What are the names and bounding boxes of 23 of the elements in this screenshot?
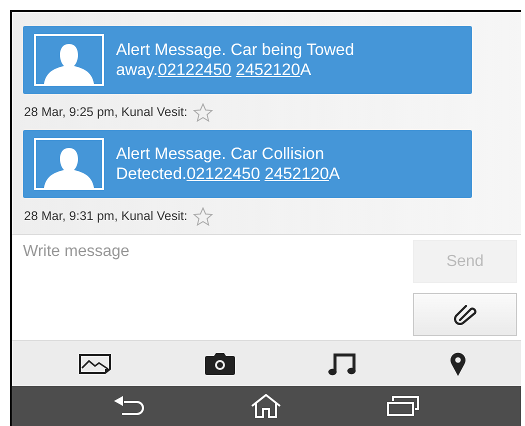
camera-icon bbox=[204, 352, 235, 374]
message-text: Alert Message. Car Collision Detected.02122450 2452120A bbox=[116, 144, 341, 184]
star-icon[interactable] bbox=[193, 206, 214, 226]
music-note-icon bbox=[328, 352, 356, 376]
message-timestamp: 28 Mar, 9:25 pm, Kunal Vesit: bbox=[24, 104, 188, 121]
attach-button[interactable] bbox=[413, 293, 517, 336]
phone-number-link[interactable]: 02122450 bbox=[158, 61, 232, 79]
phone-number-link[interactable]: 02122450 bbox=[186, 165, 260, 183]
back-icon bbox=[114, 396, 146, 416]
image-icon bbox=[78, 354, 111, 374]
phone-number-link[interactable]: 2452120 bbox=[236, 61, 300, 79]
paperclip-icon bbox=[452, 304, 478, 324]
gallery-button[interactable] bbox=[76, 352, 113, 376]
message-text: Alert Message. Car being Towed away.02122450 2452120A bbox=[116, 40, 356, 80]
home-icon bbox=[250, 394, 282, 418]
map-pin-icon bbox=[450, 352, 466, 376]
star-icon[interactable] bbox=[193, 102, 214, 122]
recent-apps-button[interactable] bbox=[384, 394, 421, 418]
phone-number-link[interactable]: 2452120 bbox=[264, 165, 329, 183]
camera-button[interactable] bbox=[202, 350, 237, 376]
message-input-field[interactable]: Write message bbox=[23, 240, 413, 264]
message-timestamp: 28 Mar, 9:31 pm, Kunal Vesit: bbox=[24, 208, 188, 225]
recent-apps-icon bbox=[386, 396, 419, 416]
